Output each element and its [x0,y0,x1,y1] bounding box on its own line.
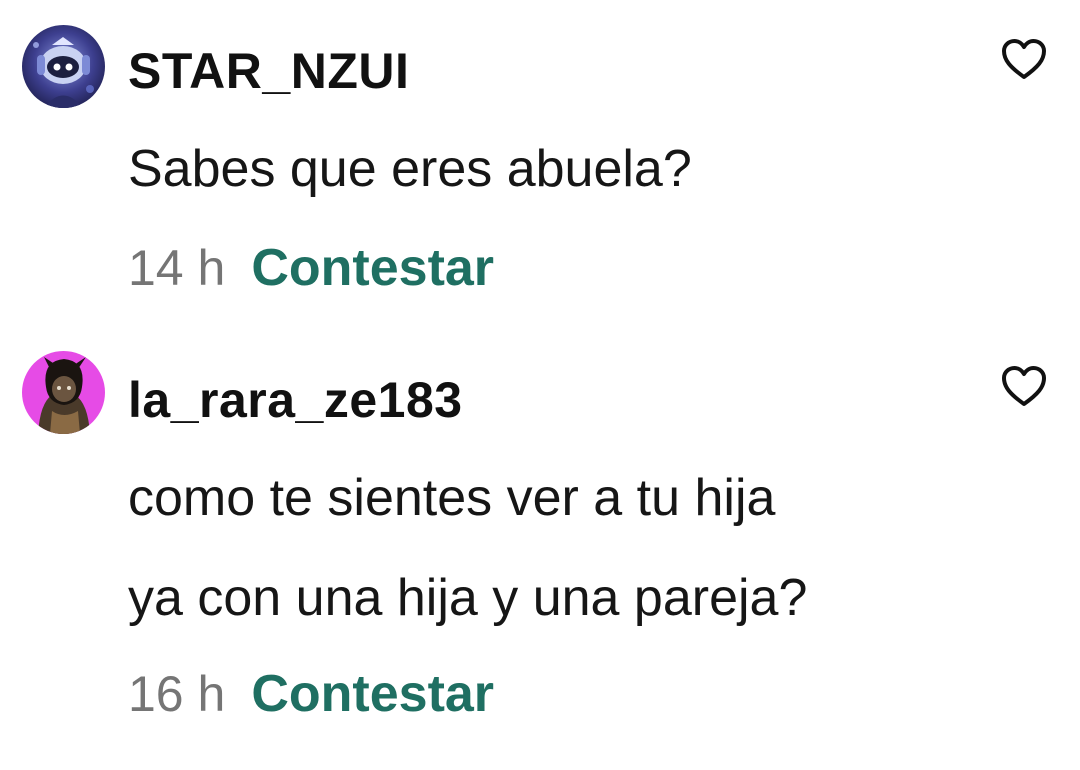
robot-avatar-icon[interactable] [22,25,105,108]
comment-text-line: ya con una hija y una pareja? [128,569,808,627]
reply-button[interactable]: Contestar [251,242,494,294]
comment-username[interactable]: la_rara_ze183 [128,375,463,425]
comment-text: Sabes que eres abuela? [128,140,692,198]
comment-time: 16 h [128,666,226,722]
heart-outline-icon[interactable] [1000,364,1048,408]
like-heart-icon [1002,39,1046,79]
comment-meta: 16 h Contestar [128,668,494,720]
comment-time: 14 h [128,240,226,296]
reply-button[interactable]: Contestar [251,668,494,720]
heart-outline-icon[interactable] [1000,37,1048,81]
robot-avatar-image [22,25,105,108]
comment-item: la_rara_ze183 como te sientes ver a tu h… [0,330,1080,770]
comment-item: STAR_NZUI Sabes que eres abuela? 14 h Con… [0,0,1080,330]
comment-meta: 14 h Contestar [128,242,494,294]
comment-text-line: como te sientes ver a tu hija [128,469,776,527]
character-avatar-image [22,351,105,434]
character-avatar-icon[interactable] [22,351,105,434]
like-heart-icon [1002,366,1046,406]
comment-username[interactable]: STAR_NZUI [128,46,409,96]
